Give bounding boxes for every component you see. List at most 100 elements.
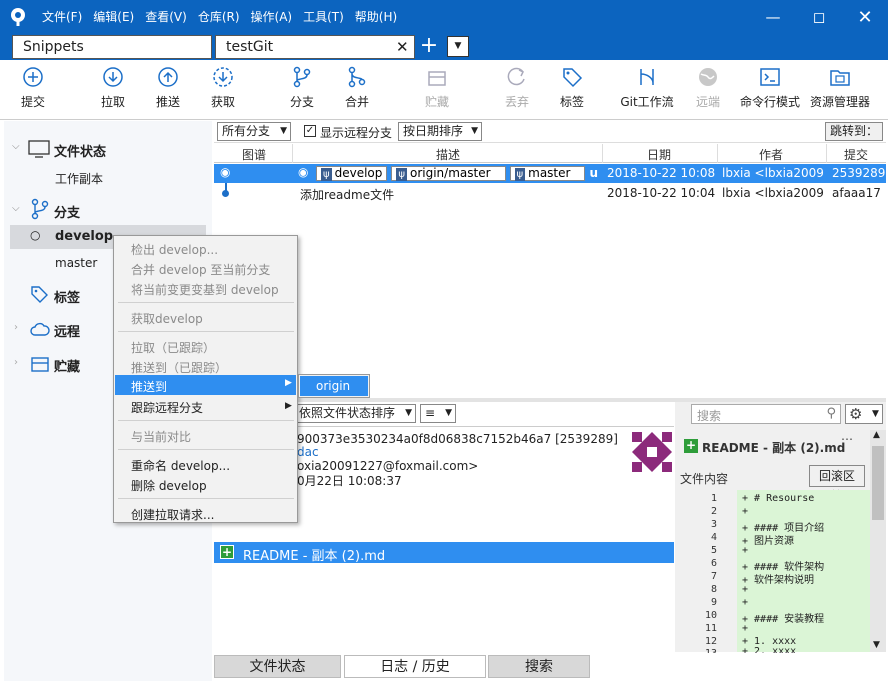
menu-tools[interactable]: 工具(T) <box>303 8 344 25</box>
commit-button[interactable]: 提交 <box>3 66 63 110</box>
more-icon[interactable]: ⋯ <box>841 432 853 446</box>
sidebar-tags[interactable]: 标签 <box>54 287 80 306</box>
menu-item-compare[interactable]: 与当前对比 <box>131 428 191 445</box>
scroll-down-icon[interactable]: ▼ <box>873 640 880 650</box>
discard-button[interactable]: 丢弃 <box>487 66 547 110</box>
settings-dropdown[interactable]: ⚙ ▼ <box>845 404 883 424</box>
chevron-down-icon[interactable]: ⌵ <box>12 141 20 152</box>
tab-list-dropdown[interactable]: ▼ <box>447 36 469 57</box>
menu-view[interactable]: 查看(V) <box>145 8 187 25</box>
tab-testgit[interactable]: testGit ✕ <box>215 35 415 59</box>
menu-help[interactable]: 帮助(H) <box>355 8 397 25</box>
branch-icon <box>293 66 311 88</box>
menu-item-pull-tracked[interactable]: 拉取（已跟踪） <box>131 339 215 356</box>
col-author[interactable]: 作者 <box>759 146 783 163</box>
scroll-up-icon[interactable]: ▲ <box>873 430 880 440</box>
commit-author: lbxia <lbxia20091 <box>722 166 824 180</box>
menu-file[interactable]: 文件(F) <box>42 8 82 25</box>
menu-item-pull-request[interactable]: 创建拉取请求... <box>131 506 214 523</box>
chevron-right-icon[interactable]: › <box>14 322 18 333</box>
tab-log-history[interactable]: 日志 / 历史 <box>344 655 486 678</box>
menu-item-rename[interactable]: 重命名 develop... <box>131 457 230 474</box>
commit-author: lbxia <lbxia20091 <box>722 186 824 200</box>
globe-icon <box>699 68 717 86</box>
current-branch-icon: ○ <box>30 228 41 242</box>
menu-item-track-remote[interactable]: 跟踪远程分支 <box>131 399 203 416</box>
chevron-down-icon[interactable]: ⌵ <box>12 203 20 214</box>
sidebar-item-master[interactable]: master <box>55 256 97 270</box>
chevron-right-icon[interactable]: › <box>14 357 18 368</box>
terminal-button[interactable]: 命令行模式 <box>735 66 805 110</box>
submenu-item-origin[interactable]: origin <box>300 376 368 396</box>
fetch-icon <box>213 67 233 87</box>
merge-button[interactable]: 合并 <box>327 66 387 110</box>
toolbar-label: 合并 <box>344 95 369 109</box>
close-tab-icon[interactable]: ✕ <box>396 36 409 58</box>
menu-repo[interactable]: 仓库(R) <box>198 8 240 25</box>
line-number: 13 <box>697 648 717 653</box>
toolbar: 提交 拉取 推送 获取 分支 合并 贮藏 丢弃 标签 Git工作流 远端 命令行… <box>0 60 888 120</box>
new-tab-button[interactable]: + <box>418 34 440 60</box>
stash-button[interactable]: 贮藏 <box>407 66 467 110</box>
scrollbar[interactable]: ▲ ▼ <box>870 430 886 652</box>
tab-search[interactable]: 搜索 <box>488 655 590 678</box>
menu-item-rebase[interactable]: 将当前变更变基到 develop <box>131 281 279 298</box>
commit-row[interactable]: 添加readme文件 2018-10-22 10:04 lbxia <lbxia… <box>214 183 886 202</box>
sidebar-branches[interactable]: 分支 <box>54 202 80 221</box>
show-remote-checkbox[interactable]: ✓ <box>304 125 316 137</box>
branch-filter-select[interactable]: 所有分支 ▼ <box>217 122 291 141</box>
changed-file-row[interactable]: + README - 副本 (2).md <box>214 542 674 564</box>
menu-item-delete[interactable]: 删除 develop <box>131 477 207 494</box>
tab-file-status[interactable]: 文件状态 <box>214 655 341 678</box>
menu-item-push-tracked[interactable]: 推送到（已跟踪） <box>131 359 227 376</box>
revert-hunk-button[interactable]: 回滚区块 <box>809 465 865 503</box>
parent-link[interactable]: dac <box>297 445 319 459</box>
toolbar-label: 资源管理器 <box>809 95 870 109</box>
commit-sha: 900373e3530234a0f8d06838c7152b46a7 [2539… <box>297 432 618 446</box>
col-graph[interactable]: 图谱 <box>242 146 266 163</box>
menu-item-checkout[interactable]: 检出 develop... <box>131 241 218 258</box>
select-value: 依照文件状态排序 <box>299 406 396 420</box>
scrollbar-thumb[interactable] <box>872 446 884 520</box>
toolbar-label: 命令行模式 <box>739 95 800 109</box>
maximize-button[interactable]: ◻ <box>796 0 842 34</box>
menu-item-fetch[interactable]: 获取develop <box>131 310 203 327</box>
menu-edit[interactable]: 编辑(E) <box>93 8 134 25</box>
close-window-button[interactable]: ✕ <box>842 0 888 34</box>
author-email: oxia20091227@foxmail.com> <box>297 459 479 473</box>
search-input[interactable]: 搜索 ⚲ <box>691 404 841 424</box>
sort-select[interactable]: 按日期排序 ▼ <box>398 122 482 141</box>
menu-bar: 文件(F) 编辑(E) 查看(V) 仓库(R) 操作(A) 工具(T) 帮助(H… <box>42 8 397 25</box>
branch-button[interactable]: 分支 <box>272 66 332 110</box>
view-mode-select[interactable]: ≡ ▼ <box>420 404 456 423</box>
ref-badge: ψ develop <box>316 166 388 181</box>
pull-button[interactable]: 拉取 <box>83 66 143 110</box>
line-number: 1 <box>710 493 717 504</box>
sidebar-working-copy[interactable]: 工作副本 <box>55 170 103 187</box>
minimize-button[interactable]: — <box>750 0 796 34</box>
sidebar-file-status[interactable]: 文件状态 <box>54 141 106 160</box>
git-flow-button[interactable]: Git工作流 <box>612 66 682 110</box>
tag-button[interactable]: 标签 <box>542 66 602 110</box>
line-number: 3 <box>710 519 717 530</box>
explorer-button[interactable]: 资源管理器 <box>805 66 875 110</box>
tab-label: testGit <box>226 39 274 55</box>
remote-button[interactable]: 远端 <box>678 66 738 110</box>
menu-item-push-to[interactable]: 推送到 ▶ <box>115 375 296 395</box>
file-sort-select[interactable]: 依照文件状态排序 ▼ <box>294 404 416 423</box>
fetch-button[interactable]: 获取 <box>193 66 253 110</box>
sidebar-remotes[interactable]: 远程 <box>54 321 80 340</box>
col-desc[interactable]: 描述 <box>436 146 460 163</box>
sidebar-stashes[interactable]: 贮藏 <box>54 356 80 375</box>
col-commit[interactable]: 提交 <box>844 146 868 163</box>
toolbar-label: 提交 <box>20 95 45 109</box>
commit-row-selected[interactable]: ◉ ◉ ψ develop ψ origin/master ψ master u 2018-… <box>214 164 886 183</box>
col-date[interactable]: 日期 <box>647 146 671 163</box>
push-button[interactable]: 推送 <box>138 66 198 110</box>
tab-snippets[interactable]: Snippets <box>12 35 212 59</box>
line-number: 4 <box>710 532 717 543</box>
diff-line: + 2. xxxx <box>742 646 797 653</box>
menu-item-merge[interactable]: 合并 develop 至当前分支 <box>131 261 270 278</box>
goto-button[interactable]: 跳转到： <box>825 122 883 141</box>
menu-actions[interactable]: 操作(A) <box>251 8 293 25</box>
